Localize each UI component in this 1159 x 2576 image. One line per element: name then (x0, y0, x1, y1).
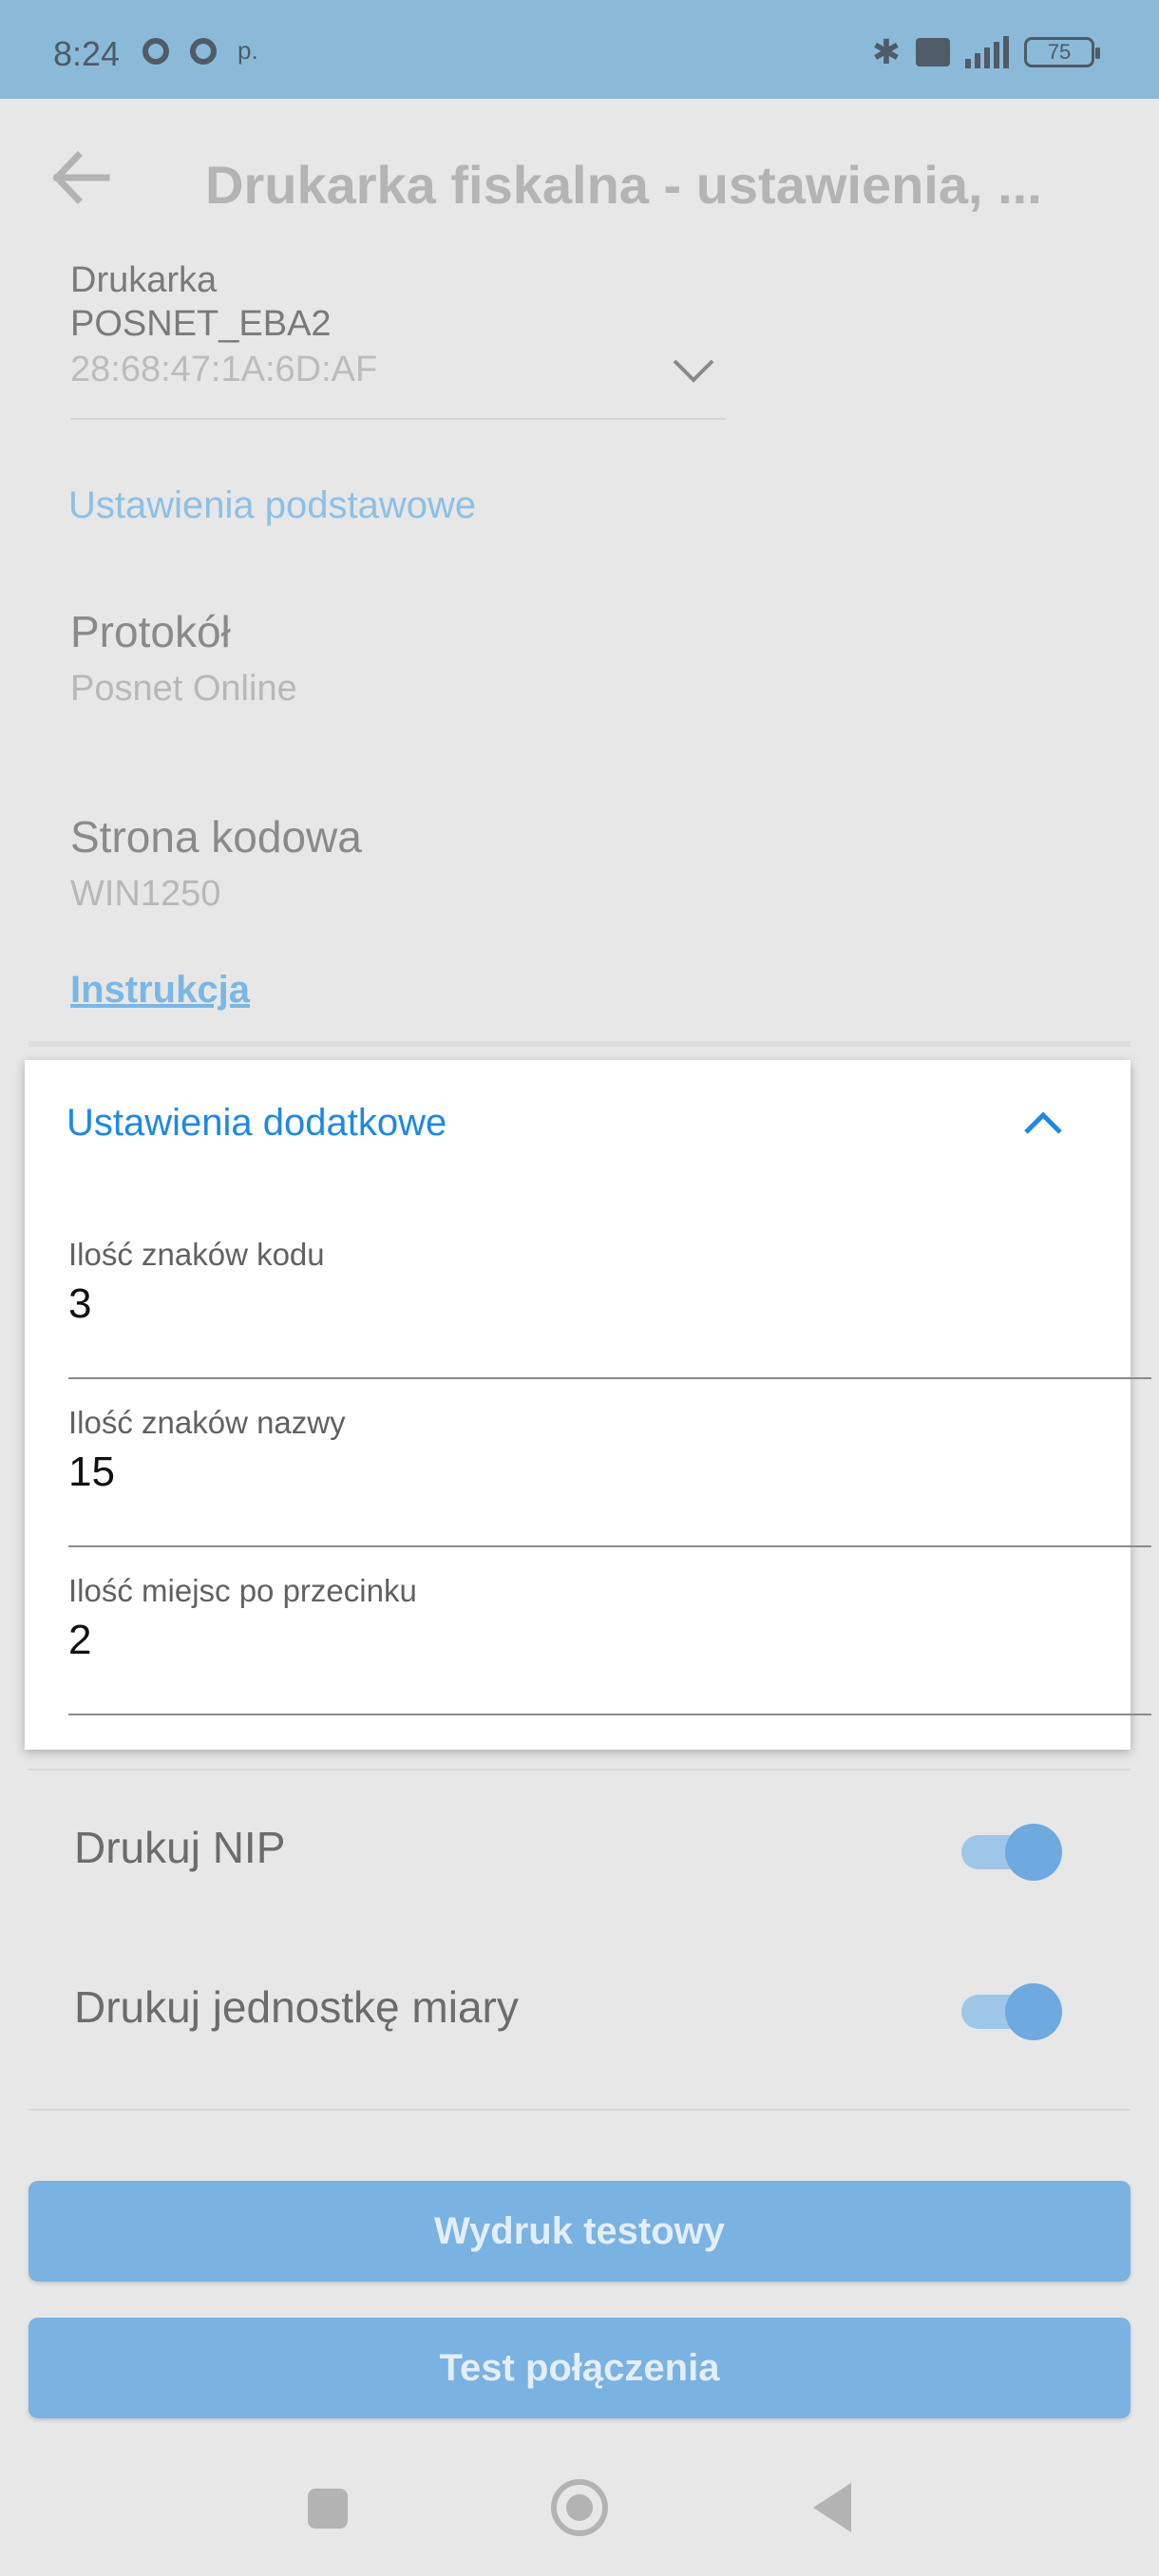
extra-settings-card: Ustawienia dodatkowe Ilość znaków kodu 3… (25, 1060, 1151, 1750)
nav-back-icon[interactable] (813, 2483, 851, 2532)
test-connection-button[interactable]: Test połączenia (28, 2318, 1130, 2418)
toggle-row-print-nip: Drukuj NIP (74, 1801, 1062, 1896)
status-time: 8:24 (53, 34, 121, 73)
battery-icon: 75 (1024, 37, 1100, 67)
app-bar: Drukarka fiskalna - ustawienia, ... (0, 99, 1159, 260)
toggle-thumb (1005, 1983, 1062, 2040)
decimal-places-value[interactable]: 2 (68, 1617, 91, 1664)
divider (28, 2109, 1130, 2111)
chevron-up-icon[interactable] (1022, 1108, 1064, 1136)
page-title: Drukarka fiskalna - ustawienia, ... (205, 155, 1042, 215)
system-nav-bar (0, 2451, 1159, 2576)
printer-label: Drukarka (70, 260, 218, 300)
divider (28, 1041, 1130, 1047)
section-basic-settings: Ustawienia podstawowe (68, 484, 477, 526)
print-nip-toggle[interactable] (958, 1822, 1062, 1881)
name-length-field[interactable]: Ilość znaków nazwy 15 (68, 1405, 1151, 1547)
chevron-down-icon (673, 359, 714, 383)
extra-settings-header[interactable]: Ustawienia dodatkowe (25, 1060, 1130, 1189)
name-length-label: Ilość znaków nazwy (68, 1405, 346, 1440)
volte-icon (916, 38, 950, 66)
extra-settings-title: Ustawienia dodatkowe (66, 1102, 447, 1144)
instruction-link[interactable]: Instrukcja (70, 969, 250, 1012)
toggle-label-print-unit: Drukuj jednostkę miary (74, 1982, 519, 2032)
protocol-value[interactable]: Posnet Online (70, 669, 297, 710)
code-length-field[interactable]: Ilość znaków kodu 3 (68, 1237, 1151, 1379)
bluetooth-icon: ✱ (871, 32, 901, 71)
toggle-thumb (1005, 1824, 1062, 1881)
status-bar: 8:24 p. ✱ 75 (0, 0, 1159, 99)
test-print-button[interactable]: Wydruk testowy (28, 2181, 1130, 2282)
code-length-label: Ilość znaków kodu (68, 1237, 325, 1272)
status-right-icons: ✱ 75 (871, 32, 1100, 72)
printer-dropdown[interactable]: Drukarka POSNET_EBA2 28:68:47:1A:6D:AF (70, 256, 726, 420)
home-icon[interactable] (551, 2479, 608, 2536)
back-button[interactable] (48, 144, 114, 211)
print-unit-toggle[interactable] (958, 1981, 1062, 2040)
divider (28, 1769, 1130, 1771)
recent-apps-icon[interactable] (308, 2489, 348, 2529)
codepage-value[interactable]: WIN1250 (70, 874, 220, 915)
printer-name: POSNET_EBA2 (70, 304, 332, 344)
codepage-label: Strona kodowa (70, 812, 362, 862)
chrome-icon (142, 37, 169, 65)
protocol-label: Protokół (70, 607, 231, 656)
decimal-places-field[interactable]: Ilość miejsc po przecinku 2 (68, 1573, 1151, 1715)
chrome-icon (190, 37, 217, 65)
status-left-icons: p. (142, 36, 258, 66)
arrow-left-icon (52, 151, 110, 204)
signal-icon (965, 36, 1009, 68)
toggle-row-print-unit: Drukuj jednostkę miary (74, 1960, 1062, 2055)
printer-mac: 28:68:47:1A:6D:AF (70, 350, 378, 389)
code-length-value[interactable]: 3 (68, 1280, 91, 1328)
decimal-places-label: Ilość miejsc po przecinku (68, 1573, 417, 1608)
name-length-value[interactable]: 15 (68, 1449, 115, 1496)
toggle-label-print-nip: Drukuj NIP (74, 1823, 286, 1872)
p-icon: p. (238, 36, 258, 65)
